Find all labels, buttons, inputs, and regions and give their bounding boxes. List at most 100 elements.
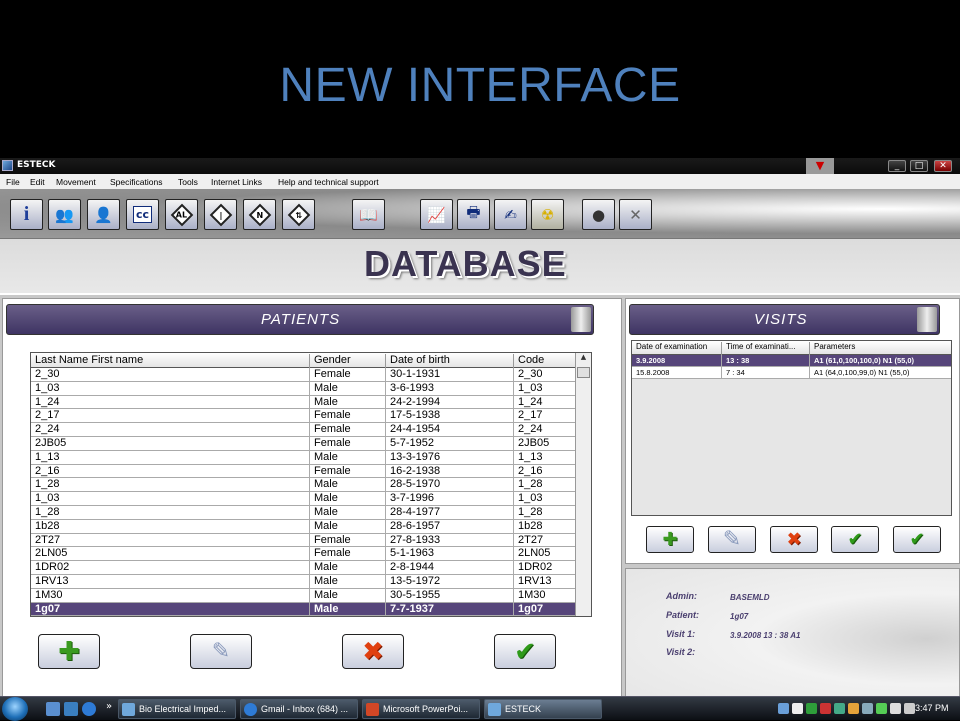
menu-movement[interactable]: Movement bbox=[56, 177, 96, 187]
visit1-label: Visit 1: bbox=[666, 629, 696, 639]
visit-delete-button[interactable]: ✖ bbox=[770, 526, 818, 553]
table-row[interactable]: 2JB05 Female 5-7-1952 2JB05 bbox=[31, 437, 576, 451]
table-row[interactable]: 2_17 Female 17-5-1938 2_17 bbox=[31, 409, 576, 424]
scroll-thumb[interactable] bbox=[577, 367, 590, 378]
book-button[interactable]: 📖 bbox=[352, 199, 385, 230]
al-button[interactable]: AL bbox=[165, 199, 198, 230]
col-dob[interactable]: Date of birth bbox=[386, 354, 514, 368]
tools-button[interactable]: ✕ bbox=[619, 199, 652, 230]
patient-add-button[interactable]: ✚ bbox=[38, 634, 100, 669]
n-button[interactable]: N bbox=[243, 199, 276, 230]
visit-confirm-button[interactable]: ✔ bbox=[831, 526, 879, 553]
window-switch-icon[interactable] bbox=[64, 702, 78, 716]
table-cell: 30-5-1955 bbox=[386, 588, 514, 603]
signature-button[interactable]: ✍ bbox=[494, 199, 527, 230]
minimize-button[interactable]: _ bbox=[888, 160, 906, 172]
banner-end-cap bbox=[917, 307, 937, 332]
tray-icon[interactable] bbox=[848, 703, 859, 714]
network-icon[interactable] bbox=[890, 703, 901, 714]
table-cell: 1_24 bbox=[514, 395, 576, 410]
close-button[interactable]: ✕ bbox=[934, 160, 952, 172]
table-row[interactable]: 1_28 Male 28-5-1970 1_28 bbox=[31, 478, 576, 493]
table-row[interactable]: 1g07 Male 7-7-1937 1g07 bbox=[31, 602, 576, 616]
table-row[interactable]: 15.8.2008 7 : 34 A1 (64,0,100,99,0) N1 (55… bbox=[632, 367, 951, 379]
maximize-button[interactable]: □ bbox=[910, 160, 928, 172]
menu-specifications[interactable]: Specifications bbox=[110, 177, 162, 187]
chart-button[interactable]: 📈 bbox=[420, 199, 453, 230]
menu-tools[interactable]: Tools bbox=[178, 177, 198, 187]
visit-edit-button[interactable]: ✎ bbox=[708, 526, 756, 553]
col-code[interactable]: Code bbox=[514, 354, 576, 368]
table-cell: Male bbox=[310, 450, 386, 465]
apple-button[interactable]: ● bbox=[582, 199, 615, 230]
table-row[interactable]: 2_24 Female 24-4-1954 2_24 bbox=[31, 423, 576, 437]
table-row[interactable]: 1DR02 Male 2-8-1944 1DR02 bbox=[31, 561, 576, 575]
tray-icon[interactable] bbox=[862, 703, 873, 714]
thermometer-button[interactable]: | bbox=[204, 199, 237, 230]
tray-icon[interactable] bbox=[792, 703, 803, 714]
tray-icon[interactable] bbox=[806, 703, 817, 714]
tray-icon[interactable] bbox=[778, 703, 789, 714]
visit-confirm-all-button[interactable]: ✔ bbox=[893, 526, 941, 553]
col-gender[interactable]: Gender bbox=[310, 354, 386, 368]
table-cell: 24-4-1954 bbox=[386, 423, 514, 437]
task-bioelectrical[interactable]: Bio Electrical Imped... bbox=[118, 699, 236, 719]
show-desktop-icon[interactable] bbox=[46, 702, 60, 716]
table-cell: Male bbox=[310, 381, 386, 396]
table-row[interactable]: 1M30 Male 30-5-1955 1M30 bbox=[31, 588, 576, 603]
ie-icon[interactable] bbox=[82, 702, 96, 716]
visit-add-button[interactable]: ✚ bbox=[646, 526, 694, 553]
scroll-up-icon[interactable]: ▲ bbox=[576, 353, 591, 365]
tray-icon[interactable] bbox=[876, 703, 887, 714]
table-row[interactable]: 2_30 Female 30-1-1931 2_30 bbox=[31, 368, 576, 382]
admin-label: Admin: bbox=[666, 591, 697, 601]
table-row[interactable]: 2PM16Female16-3-19642PM16 bbox=[31, 616, 576, 617]
menu-internet-links[interactable]: Internet Links bbox=[211, 177, 262, 187]
arrows-button[interactable]: ⇅ bbox=[282, 199, 315, 230]
arrows-icon: ⇅ bbox=[287, 203, 310, 226]
task-powerpoint[interactable]: Microsoft PowerPoi... bbox=[362, 699, 480, 719]
menu-file[interactable]: File bbox=[6, 177, 20, 187]
table-row[interactable]: 1_28 Male 28-4-1977 1_28 bbox=[31, 506, 576, 520]
table-cell: 2_16 bbox=[514, 464, 576, 479]
table-row[interactable]: 2T27 Female 27-8-1933 2T27 bbox=[31, 533, 576, 548]
start-button[interactable] bbox=[2, 697, 28, 721]
more-quicklaunch[interactable]: » bbox=[106, 701, 112, 712]
table-row[interactable]: 1_24 Male 24-2-1994 1_24 bbox=[31, 395, 576, 410]
patients-table[interactable]: Last Name First name Gender Date of birt… bbox=[30, 352, 592, 617]
patients-button[interactable]: 👥 bbox=[48, 199, 81, 230]
col-name[interactable]: Last Name First name bbox=[31, 354, 310, 368]
info-button[interactable]: i bbox=[10, 199, 43, 230]
patient-delete-button[interactable]: ✖ bbox=[342, 634, 404, 669]
thermometer-icon: | bbox=[209, 203, 232, 226]
tray-icon[interactable] bbox=[834, 703, 845, 714]
menu-edit[interactable]: Edit bbox=[30, 177, 45, 187]
task-esteck[interactable]: ESTECK bbox=[484, 699, 602, 719]
table-row[interactable]: 1_03 Male 3-6-1993 1_03 bbox=[31, 381, 576, 396]
col-time[interactable]: Time of examinati... bbox=[722, 342, 810, 356]
table-row[interactable]: 1_03 Male 3-7-1996 1_03 bbox=[31, 492, 576, 506]
menu-help[interactable]: Help and technical support bbox=[278, 177, 379, 187]
radiation-button[interactable]: ☢ bbox=[531, 199, 564, 230]
table-row[interactable]: 1_13 Male 13-3-1976 1_13 bbox=[31, 450, 576, 465]
tray-icon[interactable] bbox=[820, 703, 831, 714]
col-date[interactable]: Date of examination bbox=[632, 342, 722, 356]
table-cell: 5-1-1963 bbox=[386, 547, 514, 562]
chevron-down-icon[interactable]: ▼ bbox=[806, 158, 834, 174]
table-row[interactable]: 1RV13 Male 13-5-1972 1RV13 bbox=[31, 575, 576, 589]
table-row[interactable]: 1b28 Male 28-6-1957 1b28 bbox=[31, 519, 576, 534]
task-gmail[interactable]: Gmail - Inbox (684) ... bbox=[240, 699, 358, 719]
printer-button[interactable]: 🖶 bbox=[457, 199, 490, 230]
volume-icon[interactable] bbox=[904, 703, 915, 714]
database-header: DATABASE bbox=[0, 239, 960, 295]
patient-edit-button[interactable]: ✎ bbox=[190, 634, 252, 669]
patient-confirm-button[interactable]: ✔ bbox=[494, 634, 556, 669]
patient-remove-button[interactable]: 👤 bbox=[87, 199, 120, 230]
patients-scrollbar[interactable]: ▲ bbox=[575, 353, 591, 616]
col-parameters[interactable]: Parameters bbox=[810, 342, 951, 356]
table-row[interactable]: 2_16 Female 16-2-1938 2_16 bbox=[31, 464, 576, 479]
table-row[interactable]: 3.9.2008 13 : 38 A1 (61,0,100,100,0) N1 (5… bbox=[632, 355, 951, 367]
visits-table[interactable]: Date of examination Time of examinati...… bbox=[631, 340, 952, 516]
table-row[interactable]: 2LN05 Female 5-1-1963 2LN05 bbox=[31, 547, 576, 562]
cc-button[interactable]: cc bbox=[126, 199, 159, 230]
